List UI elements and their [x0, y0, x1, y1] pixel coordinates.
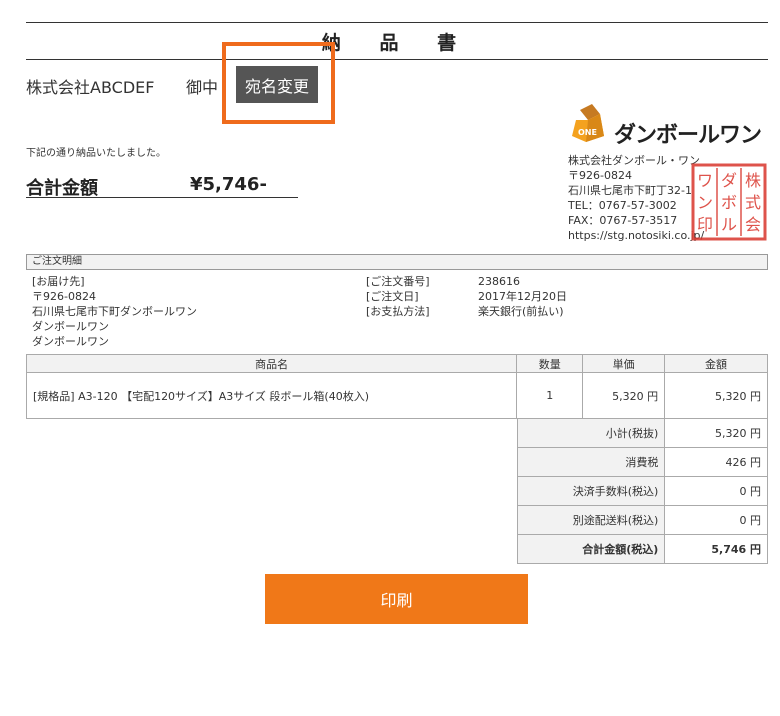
total-amount-value: ¥5,746- — [190, 174, 267, 195]
order-meta-labels: [ご注文番号] [ご注文日] [お支払方法] — [366, 274, 430, 319]
order-date-label: [ご注文日] — [366, 290, 419, 303]
order-meta-values: 238616 2017年12月20日 楽天銀行(前払い) — [478, 274, 567, 319]
delivery-info: [お届け先] 〒926-0824 石川県七尾市下町ダンボールワン ダンボールワン… — [32, 274, 197, 349]
svg-text:ダ: ダ — [721, 171, 737, 190]
delivery-label: [お届け先] — [32, 275, 85, 288]
company-tel: TEL：0767-57-3002 — [568, 199, 677, 212]
company-fax: FAX：0767-57-3517 — [568, 214, 678, 227]
box-mascot-icon: ONE — [572, 104, 604, 142]
column-header-amount: 金額 — [664, 354, 768, 373]
total-amount-row: 合計金額 ¥5,746- — [26, 172, 298, 199]
delivery-note-page: 納 品 書 株式会社ABCDEF 御中 宛名変更 下記の通り納品いたしました。 … — [0, 0, 780, 716]
rename-addressee-button[interactable]: 宛名変更 — [236, 66, 318, 103]
item-name-cell: [規格品] A3-120 【宅配120サイズ】A3サイズ 段ボール箱(40枚入) — [25, 372, 518, 419]
payment-fee-label: 決済手数料(税込) — [516, 476, 666, 506]
delivery-address: 石川県七尾市下町ダンボールワン — [32, 305, 197, 318]
tax-value: 426 円 — [664, 447, 768, 477]
company-postal: 〒926-0824 — [568, 169, 632, 182]
summary-row-subtotal: 小計(税抜) 5,320 円 — [516, 418, 768, 448]
order-date-value: 2017年12月20日 — [478, 290, 567, 303]
payment-method-value: 楽天銀行(前払い) — [478, 305, 564, 318]
total-amount-label: 合計金額 — [26, 178, 98, 199]
svg-text:ワ: ワ — [697, 171, 713, 190]
table-row: [規格品] A3-120 【宅配120サイズ】A3サイズ 段ボール箱(40枚入)… — [25, 372, 768, 419]
addressee-name: 株式会社ABCDEF — [26, 78, 155, 97]
column-header-name: 商品名 — [25, 354, 518, 373]
document-title: 納 品 書 — [321, 31, 473, 54]
svg-text:ボ: ボ — [721, 193, 737, 212]
shipping-label: 別途配送料(税込) — [516, 505, 666, 535]
company-name: 株式会社ダンボール・ワン — [568, 154, 700, 167]
svg-text:印: 印 — [697, 215, 713, 234]
company-url: https://stg.notosiki.co.jp/ — [568, 229, 705, 242]
print-button[interactable]: 印刷 — [265, 574, 528, 624]
svg-text:ン: ン — [697, 193, 713, 212]
shipping-value: 0 円 — [664, 505, 768, 535]
summary-row-grand-total: 合計金額(税込) 5,746 円 — [516, 534, 768, 564]
delivery-line3: ダンボールワン — [32, 335, 109, 348]
svg-text:式: 式 — [745, 193, 761, 212]
item-qty-cell: 1 — [516, 372, 584, 419]
svg-text:ル: ル — [721, 215, 737, 234]
subtotal-label: 小計(税抜) — [516, 418, 666, 448]
summary-row-fee: 決済手数料(税込) 0 円 — [516, 476, 768, 506]
order-details-section: ご注文明細 [お届け先] 〒926-0824 石川県七尾市下町ダンボールワン ダ… — [26, 254, 768, 348]
order-number-value: 238616 — [478, 275, 520, 288]
tax-label: 消費税 — [516, 447, 666, 477]
addressee-honorific: 御中 — [186, 78, 219, 97]
column-header-unit-price: 単価 — [582, 354, 666, 373]
subtotal-value: 5,320 円 — [664, 418, 768, 448]
order-details-header: ご注文明細 — [26, 254, 768, 270]
company-info: 株式会社ダンボール・ワン 〒926-0824 石川県七尾市下町丁32-1 TEL… — [568, 153, 704, 243]
delivery-line2: ダンボールワン — [32, 320, 109, 333]
document-title-bar: 納 品 書 — [26, 22, 768, 60]
grand-total-value: 5,746 円 — [664, 534, 768, 564]
items-table: 商品名 数量 単価 金額 [規格品] A3-120 【宅配120サイズ】A3サイ… — [25, 354, 768, 419]
intro-text: 下記の通り納品いたしました。 — [26, 148, 166, 159]
svg-text:会: 会 — [745, 215, 761, 234]
company-address: 石川県七尾市下町丁32-1 — [568, 184, 692, 197]
company-seal-stamp: 株 式 会 ダ ボ ル ワ ン 印 — [691, 163, 767, 241]
payment-fee-value: 0 円 — [664, 476, 768, 506]
delivery-postal: 〒926-0824 — [32, 290, 96, 303]
summary-table: 小計(税抜) 5,320 円 消費税 426 円 決済手数料(税込) 0 円 別… — [516, 418, 768, 564]
order-number-label: [ご注文番号] — [366, 275, 430, 288]
grand-total-label: 合計金額(税込) — [516, 534, 666, 564]
summary-row-tax: 消費税 426 円 — [516, 447, 768, 477]
item-amount-cell: 5,320 円 — [664, 372, 768, 419]
summary-row-shipping: 別途配送料(税込) 0 円 — [516, 505, 768, 535]
company-logo-text: ダンボールワン — [614, 123, 762, 148]
item-unit-price-cell: 5,320 円 — [582, 372, 666, 419]
items-header-row: 商品名 数量 単価 金額 — [25, 354, 768, 373]
column-header-qty: 数量 — [516, 354, 584, 373]
payment-method-label: [お支払方法] — [366, 305, 430, 318]
svg-text:株: 株 — [745, 171, 761, 190]
logo-badge-text: ONE — [578, 128, 597, 137]
